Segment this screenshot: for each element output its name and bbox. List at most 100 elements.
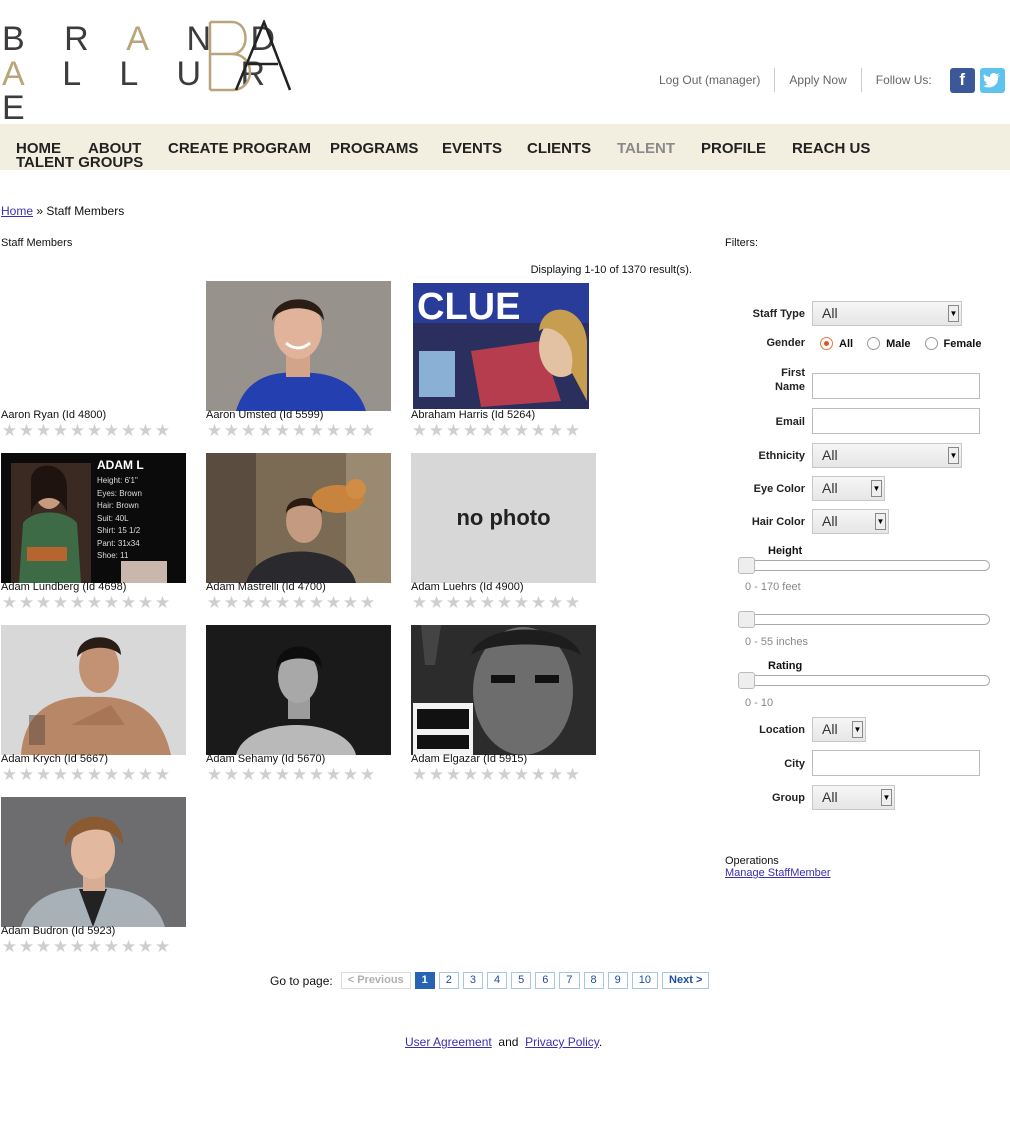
pagination-page-3[interactable]: 3: [462, 972, 484, 989]
nav-talent[interactable]: TALENT: [617, 141, 675, 157]
pagination-page-6[interactable]: 6: [535, 972, 556, 989]
privacy-policy-link[interactable]: Privacy Policy: [525, 1035, 599, 1049]
rating-star-icon[interactable]: ★: [52, 766, 69, 783]
rating-star-icon[interactable]: ★: [223, 422, 240, 439]
rating-star-icon[interactable]: ★: [445, 594, 462, 611]
facebook-icon[interactable]: f: [949, 67, 975, 93]
rating-stars[interactable]: ★ ★ ★ ★ ★ ★ ★ ★ ★ ★: [206, 594, 376, 611]
rating-star-icon[interactable]: ★: [240, 422, 257, 439]
rating-stars[interactable]: ★ ★ ★ ★ ★ ★ ★ ★ ★ ★: [1, 766, 171, 783]
staff-card[interactable]: Aaron Umsted (Id 5599) ★ ★ ★ ★ ★ ★ ★ ★ ★ ★: [206, 281, 396, 451]
rating-star-icon[interactable]: ★: [120, 422, 137, 439]
rating-star-icon[interactable]: ★: [428, 422, 445, 439]
brand-logo[interactable]: B R A N D A L L U R E: [2, 18, 292, 125]
twitter-icon[interactable]: [979, 67, 1005, 93]
rating-star-icon[interactable]: ★: [547, 422, 564, 439]
city-input[interactable]: [812, 750, 980, 776]
rating-star-icon[interactable]: ★: [308, 766, 325, 783]
rating-star-icon[interactable]: ★: [411, 422, 428, 439]
staff-card[interactable]: Adam Sehamy (Id 5670) ★ ★ ★ ★ ★ ★ ★ ★ ★ ★: [206, 625, 396, 795]
rating-star-icon[interactable]: ★: [564, 594, 581, 611]
rating-star-icon[interactable]: ★: [513, 422, 530, 439]
rating-star-icon[interactable]: ★: [257, 594, 274, 611]
rating-star-icon[interactable]: ★: [86, 766, 103, 783]
rating-star-icon[interactable]: ★: [291, 766, 308, 783]
staff-name[interactable]: Adam Luehrs (Id 4900): [411, 581, 524, 593]
staff-name[interactable]: Adam Lundberg (Id 4698): [1, 581, 126, 593]
rating-star-icon[interactable]: ★: [154, 422, 171, 439]
rating-star-icon[interactable]: ★: [1, 938, 18, 955]
logout-link[interactable]: Log Out (manager): [645, 68, 774, 92]
gender-radio-female[interactable]: [924, 337, 938, 350]
rating-stars[interactable]: ★ ★ ★ ★ ★ ★ ★ ★ ★ ★: [1, 594, 171, 611]
location-select[interactable]: All ▼: [812, 717, 866, 742]
staff-photo[interactable]: CLUE: [411, 281, 596, 411]
staff-photo[interactable]: [206, 625, 391, 755]
rating-star-icon[interactable]: ★: [137, 594, 154, 611]
no-photo-placeholder[interactable]: no photo: [411, 453, 596, 583]
rating-star-icon[interactable]: ★: [274, 766, 291, 783]
rating-star-icon[interactable]: ★: [103, 594, 120, 611]
rating-slider[interactable]: [738, 672, 990, 689]
staff-card[interactable]: ADAM L Height: 6'1" Eyes: Brown Hair: Br…: [1, 453, 191, 623]
rating-star-icon[interactable]: ★: [496, 766, 513, 783]
staff-card[interactable]: Adam Krych (Id 5667) ★ ★ ★ ★ ★ ★ ★ ★ ★ ★: [1, 625, 191, 795]
rating-star-icon[interactable]: ★: [240, 766, 257, 783]
rating-star-icon[interactable]: ★: [52, 422, 69, 439]
rating-stars[interactable]: ★ ★ ★ ★ ★ ★ ★ ★ ★ ★: [206, 422, 376, 439]
rating-star-icon[interactable]: ★: [86, 594, 103, 611]
staff-photo[interactable]: [411, 625, 596, 755]
pagination-page-10[interactable]: 10: [631, 972, 659, 989]
rating-star-icon[interactable]: ★: [35, 594, 52, 611]
rating-star-icon[interactable]: ★: [18, 422, 35, 439]
breadcrumb-home-link[interactable]: Home: [1, 204, 33, 218]
rating-star-icon[interactable]: ★: [479, 422, 496, 439]
rating-star-icon[interactable]: ★: [206, 422, 223, 439]
rating-stars[interactable]: ★ ★ ★ ★ ★ ★ ★ ★ ★ ★: [411, 422, 581, 439]
staff-card[interactable]: Adam Mastrelli (Id 4700) ★ ★ ★ ★ ★ ★ ★ ★ ★ ★: [206, 453, 396, 623]
staff-photo-empty[interactable]: [1, 281, 186, 411]
rating-star-icon[interactable]: ★: [513, 766, 530, 783]
staff-photo[interactable]: ADAM L Height: 6'1" Eyes: Brown Hair: Br…: [1, 453, 186, 583]
slider-handle[interactable]: [738, 557, 755, 574]
rating-star-icon[interactable]: ★: [496, 422, 513, 439]
rating-star-icon[interactable]: ★: [52, 938, 69, 955]
rating-star-icon[interactable]: ★: [291, 594, 308, 611]
rating-star-icon[interactable]: ★: [428, 594, 445, 611]
gender-radio-all[interactable]: [820, 337, 833, 350]
rating-star-icon[interactable]: ★: [564, 766, 581, 783]
rating-star-icon[interactable]: ★: [154, 938, 171, 955]
rating-star-icon[interactable]: ★: [274, 422, 291, 439]
rating-star-icon[interactable]: ★: [325, 594, 342, 611]
rating-star-icon[interactable]: ★: [428, 766, 445, 783]
rating-star-icon[interactable]: ★: [35, 766, 52, 783]
rating-stars[interactable]: ★ ★ ★ ★ ★ ★ ★ ★ ★ ★: [411, 594, 581, 611]
rating-star-icon[interactable]: ★: [513, 594, 530, 611]
rating-star-icon[interactable]: ★: [35, 938, 52, 955]
eye-color-select[interactable]: All ▼: [812, 476, 885, 501]
rating-star-icon[interactable]: ★: [206, 594, 223, 611]
rating-star-icon[interactable]: ★: [462, 594, 479, 611]
rating-star-icon[interactable]: ★: [154, 766, 171, 783]
rating-star-icon[interactable]: ★: [308, 594, 325, 611]
pagination-page-8[interactable]: 8: [583, 972, 604, 989]
rating-star-icon[interactable]: ★: [342, 766, 359, 783]
pagination-page-2[interactable]: 2: [438, 972, 459, 989]
nav-clients[interactable]: CLIENTS: [527, 141, 591, 157]
height-inches-slider[interactable]: [738, 611, 990, 628]
rating-star-icon[interactable]: ★: [274, 594, 291, 611]
nav-programs[interactable]: PROGRAMS: [330, 141, 418, 157]
rating-star-icon[interactable]: ★: [206, 766, 223, 783]
rating-star-icon[interactable]: ★: [530, 594, 547, 611]
rating-star-icon[interactable]: ★: [69, 766, 86, 783]
rating-star-icon[interactable]: ★: [69, 422, 86, 439]
rating-star-icon[interactable]: ★: [411, 766, 428, 783]
rating-star-icon[interactable]: ★: [479, 594, 496, 611]
staff-name[interactable]: Aaron Umsted (Id 5599): [206, 409, 323, 421]
pagination-page-9[interactable]: 9: [607, 972, 628, 989]
rating-star-icon[interactable]: ★: [308, 422, 325, 439]
rating-star-icon[interactable]: ★: [154, 594, 171, 611]
rating-star-icon[interactable]: ★: [120, 766, 137, 783]
rating-star-icon[interactable]: ★: [291, 422, 308, 439]
email-input[interactable]: [812, 408, 980, 434]
